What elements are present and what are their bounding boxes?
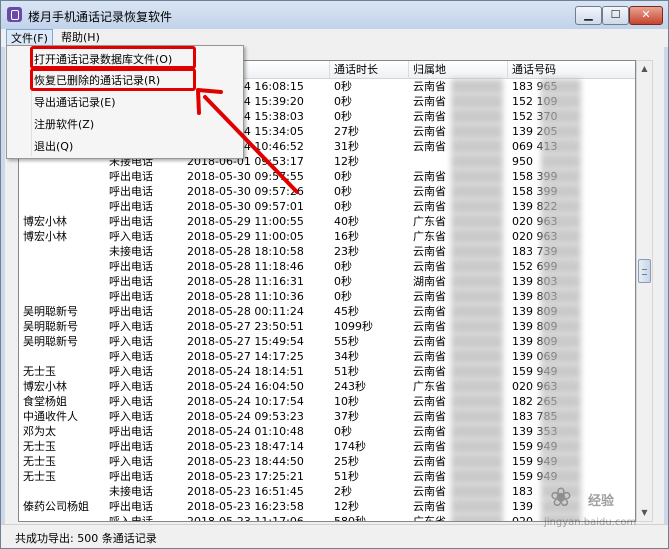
annotation-arrow-icon xyxy=(196,88,299,194)
app-window: 楼月手机通话记录恢复软件 ▁ ☐ ✕ 文件(F) 帮助(H) 通话时长 归属地 … xyxy=(0,0,669,549)
paw-logo-icon: ❀ xyxy=(550,483,572,513)
watermark-url: jingyan.baidu.com xyxy=(544,517,637,528)
baidu-watermark: ❀ 经验 jingyan.baidu.com xyxy=(544,481,664,541)
watermark-text: 经验 xyxy=(588,494,615,509)
